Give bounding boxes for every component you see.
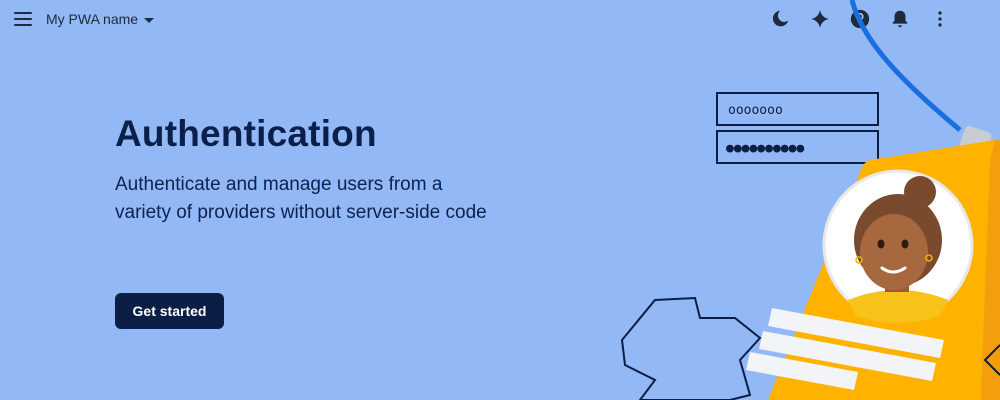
authentication-illustration: ooooooo ●●●●●●●●●● bbox=[600, 0, 1000, 400]
chevron-down-icon bbox=[144, 17, 155, 23]
avatar-shirt bbox=[848, 290, 948, 323]
lanyard-cord bbox=[849, 0, 962, 132]
page-description: Authenticate and manage users from a var… bbox=[115, 174, 487, 223]
id-badge-illustration: ooooooo ●●●●●●●●●● bbox=[620, 0, 1000, 400]
username-field-text: ooooooo bbox=[728, 103, 783, 118]
project-name: My PWA name bbox=[46, 11, 139, 27]
menu-icon[interactable] bbox=[14, 9, 36, 29]
asterisk-shape bbox=[620, 296, 762, 400]
page-title: Authentication bbox=[115, 113, 377, 154]
project-selector[interactable]: My PWA name bbox=[46, 10, 155, 28]
get-started-button[interactable]: Get started bbox=[115, 293, 224, 329]
password-field-text: ●●●●●●●●●● bbox=[726, 141, 804, 156]
avatar-face bbox=[860, 214, 928, 290]
